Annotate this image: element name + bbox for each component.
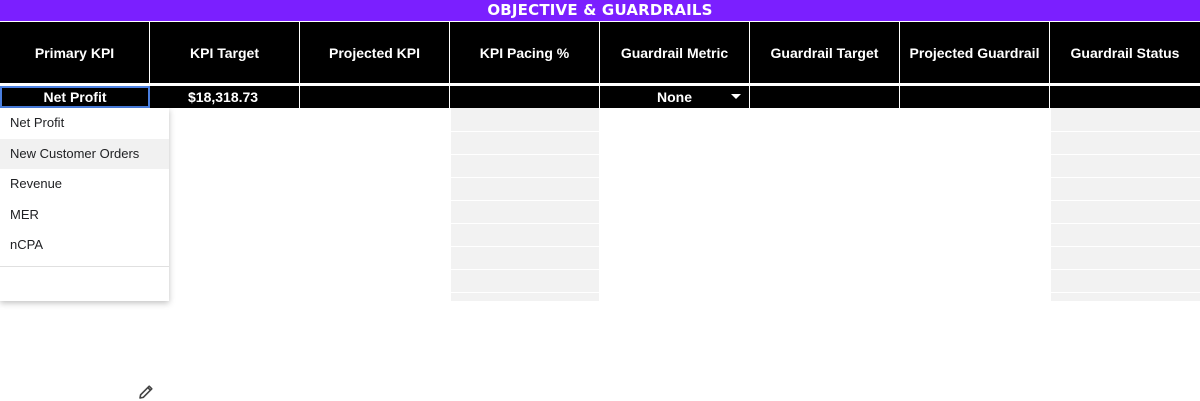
header-projected-guardrail[interactable]: Projected Guardrail xyxy=(900,22,1050,83)
header-guardrail-status[interactable]: Guardrail Status xyxy=(1050,22,1200,83)
dropdown-option[interactable]: nCPA xyxy=(0,230,169,261)
header-row: Primary KPI KPI Target Projected KPI KPI… xyxy=(0,22,1200,83)
table-row: Net Profit $18,318.73 None xyxy=(0,86,1200,108)
chevron-down-icon[interactable] xyxy=(731,94,741,99)
dropdown-option[interactable]: New Customer Orders xyxy=(0,138,169,169)
dropdown-option[interactable]: Revenue xyxy=(0,169,169,200)
dropdown-option[interactable]: Net Profit xyxy=(0,108,169,139)
dropdown-divider xyxy=(0,266,169,267)
primary-kpi-dropdown: Net Profit New Customer Orders Revenue M… xyxy=(0,108,169,399)
header-guardrail-target[interactable]: Guardrail Target xyxy=(750,22,900,83)
primary-kpi-cell[interactable]: Net Profit xyxy=(0,86,150,108)
projected-kpi-cell[interactable] xyxy=(300,86,450,108)
kpi-pacing-column-fill xyxy=(451,108,599,301)
guardrail-status-cell[interactable] xyxy=(1050,86,1200,108)
kpi-pacing-cell[interactable] xyxy=(450,86,600,108)
dropdown-option[interactable]: MER xyxy=(0,200,169,231)
section-banner: OBJECTIVE & GUARDRAILS xyxy=(0,0,1200,21)
header-kpi-target[interactable]: KPI Target xyxy=(150,22,300,83)
projected-guardrail-cell[interactable] xyxy=(900,86,1050,108)
kpi-target-cell[interactable]: $18,318.73 xyxy=(150,86,300,108)
guardrail-metric-select[interactable]: None xyxy=(600,86,750,108)
pencil-icon[interactable] xyxy=(137,383,155,401)
guardrail-metric-value: None xyxy=(657,89,692,105)
header-primary-kpi[interactable]: Primary KPI xyxy=(0,22,150,83)
header-projected-kpi[interactable]: Projected KPI xyxy=(300,22,450,83)
guardrail-status-column-fill xyxy=(1051,108,1200,301)
header-guardrail-metric[interactable]: Guardrail Metric xyxy=(600,22,750,83)
header-kpi-pacing[interactable]: KPI Pacing % xyxy=(450,22,600,83)
guardrail-target-cell[interactable] xyxy=(750,86,900,108)
